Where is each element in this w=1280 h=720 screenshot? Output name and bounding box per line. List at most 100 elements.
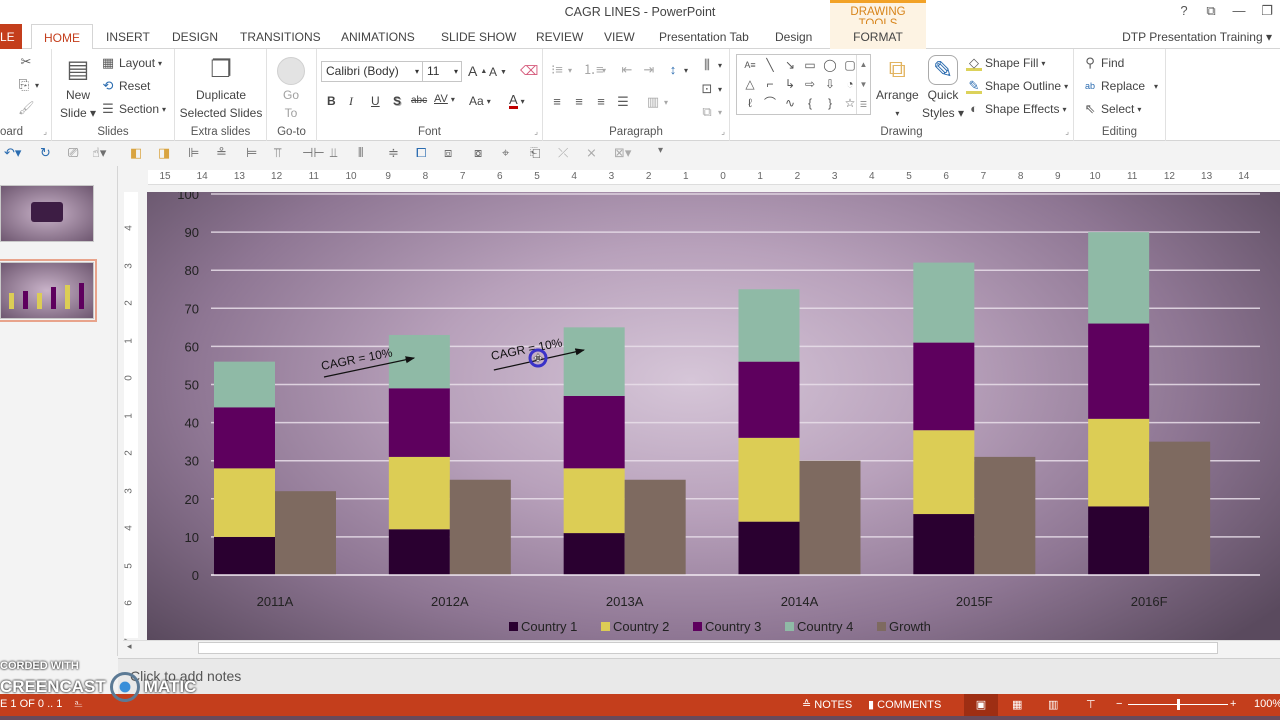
shape-curve[interactable]: ∿ bbox=[780, 94, 800, 113]
dialog-launcher-icon[interactable]: ⌟ bbox=[534, 127, 538, 136]
shape-outline-button[interactable]: ✎ Shape Outline ▾ bbox=[966, 78, 1068, 94]
scroll-left-icon[interactable]: ◂ bbox=[127, 641, 132, 652]
shape-left-brace[interactable]: { bbox=[800, 94, 820, 113]
align-center-objects-icon[interactable]: ≗ bbox=[216, 145, 227, 161]
text-direction-button[interactable]: ⫼ ▾ bbox=[699, 57, 722, 73]
align-left-objects-icon[interactable]: ⊫ bbox=[188, 145, 199, 161]
font-color-button[interactable]: A ▾ bbox=[509, 93, 525, 109]
zoom-slider[interactable] bbox=[1128, 699, 1228, 710]
redo-icon[interactable]: ↻ bbox=[40, 145, 51, 161]
help-button[interactable]: ? bbox=[1173, 3, 1195, 18]
regroup-icon[interactable]: ⧇ bbox=[474, 145, 482, 161]
justify-button[interactable]: ☰ bbox=[615, 94, 631, 110]
reset-button[interactable]: ⟲ Reset bbox=[100, 78, 151, 94]
align-text-button[interactable]: ⊡ ▾ bbox=[699, 81, 722, 97]
shape-fill-button[interactable]: ◇ Shape Fill ▾ bbox=[966, 55, 1045, 71]
group-icon[interactable]: ⧠ bbox=[416, 145, 426, 161]
increase-indent-button[interactable]: ⇥ bbox=[641, 62, 657, 78]
align-middle-icon[interactable]: ⊣⊢ bbox=[302, 145, 325, 161]
crop-icon[interactable]: ⌖ bbox=[502, 145, 509, 161]
duplicate-selected-slides-button[interactable]: ❐ Duplicate Selected Slides bbox=[180, 55, 263, 121]
slide-sorter-button[interactable]: ▦ bbox=[1012, 698, 1022, 711]
zoom-out-button[interactable]: − bbox=[1116, 698, 1122, 710]
dialog-launcher-icon[interactable]: ⌟ bbox=[721, 127, 725, 136]
shape-right-arrow[interactable]: ⇨ bbox=[800, 75, 820, 94]
bring-forward-icon[interactable]: ◧ bbox=[130, 145, 142, 161]
font-name-select[interactable]: Calibri (Body) ▾ bbox=[321, 61, 423, 82]
more-commands-icon[interactable]: ⊠▾ bbox=[614, 145, 631, 161]
restore-button[interactable]: ❐ bbox=[1256, 3, 1278, 19]
go-to-button[interactable]: Go To bbox=[277, 57, 305, 121]
shape-triangle[interactable]: △ bbox=[740, 75, 760, 94]
insert-icon[interactable]: ⎗ bbox=[530, 145, 540, 161]
tab-slide-show[interactable]: SLIDE SHOW bbox=[441, 24, 516, 49]
slide-canvas[interactable]: 0 10 20 30 40 50 60 70 80 90 100 2011A 2012A 2013A 201… bbox=[147, 192, 1280, 640]
tab-insert[interactable]: INSERT bbox=[106, 24, 150, 49]
dialog-launcher-icon[interactable]: ⌟ bbox=[43, 127, 47, 136]
quick-styles-button[interactable]: ✎ Quick Styles ▾ bbox=[922, 55, 964, 121]
align-right-button[interactable]: ≡ bbox=[593, 94, 609, 110]
select-button[interactable]: ⇖ Select ▾ bbox=[1082, 101, 1142, 117]
notes-pane[interactable]: Click to add notes bbox=[118, 658, 1280, 694]
columns-button[interactable]: ▥ ▾ bbox=[645, 94, 668, 110]
shape-down-arrow[interactable]: ⇩ bbox=[820, 75, 840, 94]
distribute-vertical-icon[interactable]: ≑ bbox=[388, 145, 399, 161]
new-slide-button[interactable]: ▤ New Slide ▾ bbox=[60, 55, 96, 121]
shape-elbow-arrow[interactable]: ↳ bbox=[780, 75, 800, 94]
normal-view-button[interactable]: ▣ bbox=[964, 694, 998, 716]
ungroup-icon[interactable]: ⧈ bbox=[444, 145, 452, 161]
change-case-button[interactable]: Aa ▾ bbox=[469, 94, 491, 108]
font-size-select[interactable]: 11 ▾ bbox=[422, 61, 462, 82]
gallery-more-icon[interactable]: ☰ bbox=[860, 100, 867, 109]
copy-button[interactable]: ⎘ ▾ bbox=[16, 77, 39, 93]
horizontal-ruler[interactable]: 15 14 13 12 11 10 9 8 7 6 5 4 3 2 1 0 1 2 3 4 5 6 7 8 9 10 11 12 13 1… bbox=[148, 170, 1280, 185]
dialog-launcher-icon[interactable]: ⌟ bbox=[1065, 127, 1069, 136]
zoom-level[interactable]: 100% bbox=[1254, 698, 1280, 710]
zoom-slider-thumb[interactable] bbox=[1177, 699, 1180, 710]
scroll-down-icon[interactable]: ▼ bbox=[860, 80, 868, 89]
tab-transitions[interactable]: TRANSITIONS bbox=[240, 24, 321, 49]
shape-freeform[interactable]: ℓ bbox=[740, 94, 760, 113]
tab-presentation[interactable]: Presentation Tab bbox=[659, 24, 749, 49]
shape-line[interactable]: ╲ bbox=[760, 56, 780, 75]
shape-rectangle[interactable]: ▭ bbox=[800, 56, 820, 75]
gallery-scroll[interactable]: ▲ ▼ ☰ bbox=[856, 55, 870, 114]
format-painter-button[interactable]: 🖌 bbox=[18, 100, 35, 116]
align-right-objects-icon[interactable]: ⊨ bbox=[246, 145, 257, 161]
customize-qat-icon[interactable]: ▾ bbox=[658, 145, 663, 156]
align-left-button[interactable]: ≡ bbox=[549, 94, 565, 110]
tab-review[interactable]: REVIEW bbox=[536, 24, 583, 49]
ribbon-display-options-button[interactable]: ⧉ bbox=[1200, 3, 1222, 19]
bold-button[interactable]: B bbox=[327, 94, 336, 108]
find-button[interactable]: ⚲ Find bbox=[1082, 55, 1124, 71]
slide-thumbnail-2[interactable] bbox=[0, 259, 97, 322]
tab-format[interactable]: FORMAT bbox=[830, 24, 926, 49]
presenter-icon[interactable]: ⎚ bbox=[68, 145, 78, 161]
notes-toggle[interactable]: ≙ NOTES bbox=[802, 698, 852, 711]
cut-button[interactable]: ✂ bbox=[18, 54, 34, 70]
align-center-button[interactable]: ≡ bbox=[571, 94, 587, 110]
vertical-ruler[interactable]: 432101234567 bbox=[123, 192, 138, 643]
tab-design[interactable]: DESIGN bbox=[172, 24, 218, 49]
line-spacing-button[interactable]: ↕ ▾ bbox=[665, 62, 688, 78]
character-spacing-button[interactable]: AV ▾ bbox=[434, 93, 455, 105]
shapes-gallery[interactable]: A≡ ╲ ↘ ▭ ◯ ▢ △ ⌐ ↳ ⇨ ⇩ ◔ ℓ ⌒ ∿ { } ☆ bbox=[736, 54, 871, 115]
slide-show-button[interactable]: ⊤ bbox=[1086, 698, 1096, 711]
remove-icon[interactable]: ⨯ bbox=[586, 145, 597, 161]
shrink-font-button[interactable]: A ▼ bbox=[489, 65, 507, 79]
underline-button[interactable]: U bbox=[371, 94, 380, 108]
clear-formatting-button[interactable]: ⌫ bbox=[520, 63, 538, 79]
decrease-indent-button[interactable]: ⇤ bbox=[619, 62, 635, 78]
shape-arc[interactable]: ⌒ bbox=[760, 94, 780, 113]
comments-toggle[interactable]: ▮ COMMENTS bbox=[868, 698, 941, 711]
scroll-up-icon[interactable]: ▲ bbox=[860, 60, 868, 69]
tab-view[interactable]: VIEW bbox=[604, 24, 635, 49]
touch-mode-icon[interactable]: ☝▾ bbox=[92, 145, 106, 161]
tab-file[interactable]: LE bbox=[0, 24, 22, 49]
shape-effects-button[interactable]: ◐ Shape Effects ▾ bbox=[966, 101, 1066, 117]
tab-home[interactable]: HOME bbox=[31, 24, 93, 50]
shape-right-brace[interactable]: } bbox=[820, 94, 840, 113]
tab-design-custom[interactable]: Design bbox=[775, 24, 812, 49]
arrange-button[interactable]: ⧉ Arrange ▾ bbox=[876, 55, 919, 121]
shape-arrow[interactable]: ↘ bbox=[780, 56, 800, 75]
